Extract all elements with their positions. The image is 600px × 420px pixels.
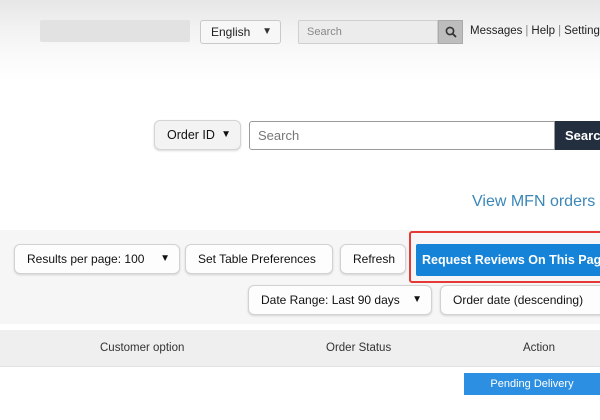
language-select-label: English (211, 25, 251, 39)
header-links: Messages|Help|Settings (470, 25, 600, 37)
order-search-input[interactable]: Search (249, 121, 555, 150)
results-per-page-select[interactable]: Results per page: 100 ▼ (14, 244, 180, 274)
header-search-button[interactable] (438, 20, 463, 44)
row-divider (0, 366, 600, 367)
refresh-button[interactable]: Refresh (340, 244, 406, 274)
sort-order-select[interactable]: Order date (descending) ▼ (440, 285, 600, 315)
header-placeholder-box (40, 20, 190, 42)
search-icon (445, 26, 457, 38)
sort-order-label: Order date (descending) (453, 293, 584, 307)
column-header-action: Action (523, 342, 555, 354)
messages-link[interactable]: Messages (470, 25, 522, 37)
link-separator: | (558, 25, 562, 37)
order-search-button[interactable]: Search (555, 121, 600, 150)
pending-delivery-label: Pending Delivery (490, 378, 574, 390)
table-header (0, 330, 600, 366)
chevron-down-icon: ▼ (412, 294, 422, 305)
date-range-label: Date Range: Last 90 days (261, 293, 400, 307)
column-header-customer-option: Customer option (100, 342, 185, 354)
help-link[interactable]: Help (531, 25, 555, 37)
view-mfn-orders-link[interactable]: View MFN orders (472, 193, 595, 211)
pending-delivery-button[interactable]: Pending Delivery (464, 373, 600, 395)
highlight-annotation-box (409, 231, 600, 283)
header-search-input[interactable]: Search (298, 20, 438, 44)
column-header-order-status: Order Status (326, 342, 392, 354)
chevron-down-icon: ▼ (262, 26, 272, 37)
settings-link[interactable]: Settings (564, 25, 600, 37)
search-filter-label: Order ID (167, 128, 215, 142)
results-per-page-label: Results per page: 100 (27, 252, 145, 266)
language-select[interactable]: English ▼ (200, 20, 281, 44)
set-table-preferences-button[interactable]: Set Table Preferences (185, 244, 333, 274)
refresh-label: Refresh (353, 252, 396, 266)
order-search-placeholder: Search (258, 128, 300, 143)
chevron-down-icon: ▼ (160, 253, 170, 264)
order-search-button-label: Search (565, 128, 600, 143)
date-range-select[interactable]: Date Range: Last 90 days ▼ (248, 285, 432, 315)
header-search-placeholder: Search (307, 26, 342, 38)
link-separator: | (525, 25, 529, 37)
set-table-preferences-label: Set Table Preferences (198, 252, 316, 266)
search-filter-select[interactable]: Order ID ▼ (154, 120, 241, 150)
chevron-down-icon: ▼ (221, 129, 231, 140)
